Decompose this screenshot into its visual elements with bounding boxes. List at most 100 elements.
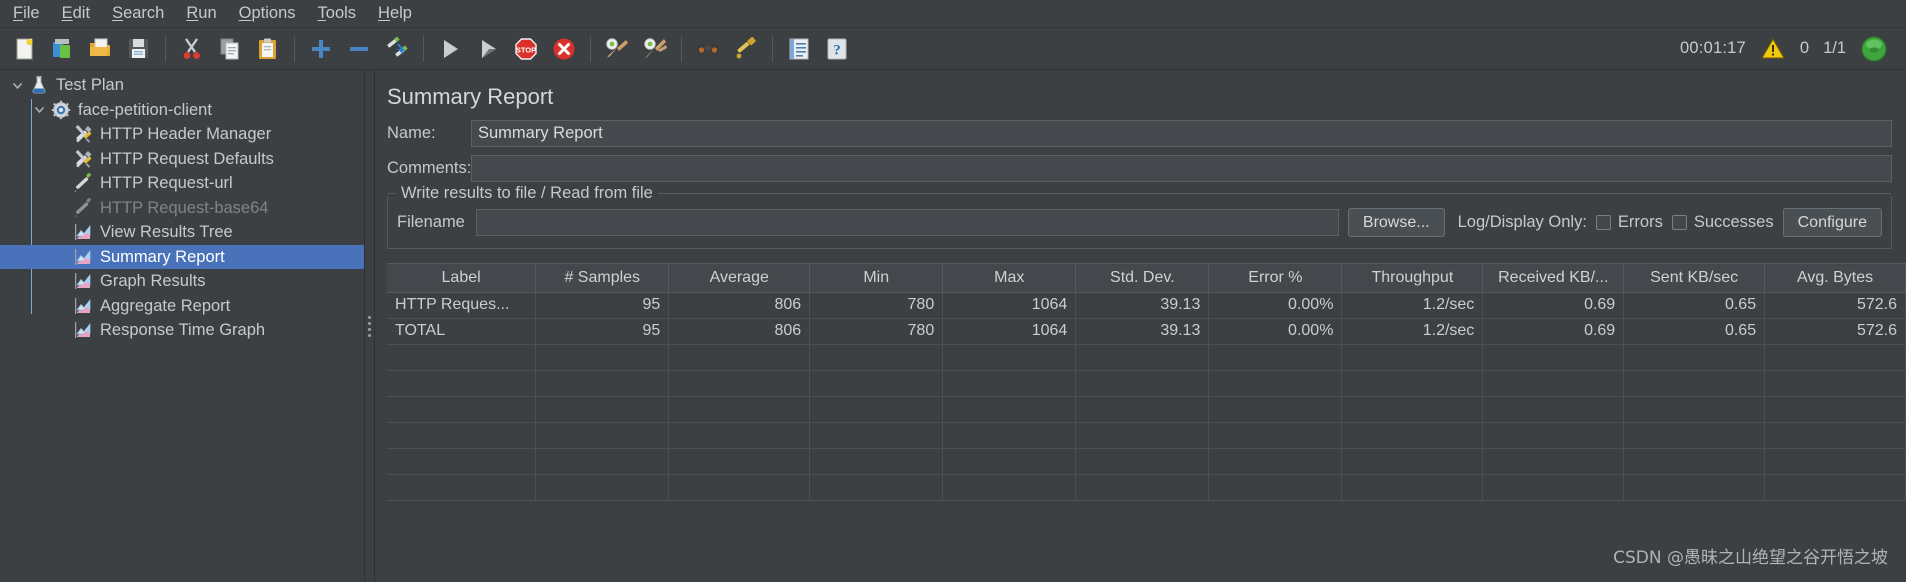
save-icon[interactable] <box>122 32 156 66</box>
column-header-error[interactable]: Error % <box>1208 264 1343 293</box>
svg-text:STOP: STOP <box>516 45 536 54</box>
table-empty-cell <box>809 448 944 475</box>
stop-icon[interactable]: STOP <box>509 32 543 66</box>
open-icon[interactable] <box>84 32 118 66</box>
table-empty-cell <box>535 448 670 475</box>
function-helper-icon[interactable] <box>782 32 816 66</box>
menu-item-search[interactable]: Search <box>101 2 175 26</box>
tree-node-http-request-url[interactable]: HTTP Request-url <box>0 171 364 196</box>
start-no-timers-icon[interactable] <box>471 32 505 66</box>
collapse-all-icon[interactable] <box>342 32 376 66</box>
configure-button[interactable]: Configure <box>1782 208 1882 237</box>
errors-checkbox-box[interactable] <box>1595 215 1611 230</box>
menu-item-run[interactable]: Run <box>175 2 227 26</box>
table-empty-cell <box>809 396 944 423</box>
menu-item-tools[interactable]: Tools <box>307 2 368 26</box>
browse-button[interactable]: Browse... <box>1347 208 1445 237</box>
copy-icon[interactable] <box>213 32 247 66</box>
column-header-samples[interactable]: # Samples <box>535 264 670 293</box>
expand-all-icon[interactable] <box>304 32 338 66</box>
column-header-min[interactable]: Min <box>809 264 944 293</box>
menu-item-edit[interactable]: Edit <box>51 2 101 26</box>
search-reset-icon[interactable] <box>729 32 763 66</box>
table-cell[interactable]: 780 <box>809 292 944 319</box>
tree-node-test-plan[interactable]: Test Plan <box>0 73 364 98</box>
help-icon[interactable]: ? <box>820 32 854 66</box>
table-empty-cell <box>1208 474 1343 501</box>
summary-table-wrap[interactable]: Label # Samples Average Min Max Std. Dev. Erro… <box>387 263 1906 582</box>
table-cell[interactable]: 1.2/sec <box>1341 292 1484 319</box>
summary-table[interactable]: Label # Samples Average Min Max Std. Dev. Erro… <box>387 264 1906 501</box>
table-row[interactable]: HTTP Reques... 95 806 780 1064 39.13 0.00% 1.2/… <box>387 292 1906 319</box>
table-cell[interactable]: 806 <box>668 318 811 345</box>
table-cell[interactable]: 95 <box>535 292 670 319</box>
table-cell[interactable]: 806 <box>668 292 811 319</box>
table-cell[interactable]: 1064 <box>942 318 1077 345</box>
cut-icon[interactable] <box>175 32 209 66</box>
table-cell[interactable]: 572.6 <box>1764 292 1906 319</box>
table-empty-row <box>387 422 1906 449</box>
menu-item-help[interactable]: Help <box>367 2 423 26</box>
table-empty-cell <box>535 422 670 449</box>
toggle-icon[interactable] <box>380 32 414 66</box>
column-header-received-kb[interactable]: Received KB/... <box>1482 264 1625 293</box>
column-header-sent-kb-sec[interactable]: Sent KB/sec <box>1623 264 1766 293</box>
tree-node-http-request-base64[interactable]: HTTP Request-base64 <box>0 196 364 221</box>
test-plan-tree[interactable]: Test Plan face-petition-client HTTP Header… <box>0 70 364 582</box>
paste-icon[interactable] <box>251 32 285 66</box>
tree-node-graph-results[interactable]: Graph Results <box>0 269 364 294</box>
chevron-down-icon[interactable] <box>6 79 28 92</box>
tree-node-http-request-defaults[interactable]: HTTP Request Defaults <box>0 147 364 172</box>
table-cell[interactable]: 95 <box>535 318 670 345</box>
table-cell[interactable]: 780 <box>809 318 944 345</box>
column-header-throughput[interactable]: Throughput <box>1341 264 1484 293</box>
clear-icon[interactable] <box>600 32 634 66</box>
errors-checkbox[interactable]: Errors <box>1595 213 1663 232</box>
table-cell[interactable]: 0.69 <box>1482 318 1625 345</box>
comments-input[interactable] <box>471 155 1892 182</box>
clear-all-icon[interactable] <box>638 32 672 66</box>
search-icon[interactable] <box>691 32 725 66</box>
table-cell[interactable]: 0.69 <box>1482 292 1625 319</box>
table-empty-cell <box>1075 396 1210 423</box>
tree-node-view-results-tree[interactable]: View Results Tree <box>0 220 364 245</box>
templates-icon[interactable] <box>46 32 80 66</box>
tree-node-http-header-manager[interactable]: HTTP Header Manager <box>0 122 364 147</box>
table-cell[interactable]: 1.2/sec <box>1341 318 1484 345</box>
table-cell[interactable]: TOTAL <box>387 318 537 345</box>
column-header-average[interactable]: Average <box>668 264 811 293</box>
table-cell[interactable]: 0.65 <box>1623 292 1766 319</box>
table-cell[interactable]: 0.00% <box>1208 292 1343 319</box>
new-icon[interactable] <box>8 32 42 66</box>
panel-splitter[interactable] <box>364 70 375 582</box>
warning-icon[interactable] <box>1760 37 1786 61</box>
table-cell[interactable]: 0.00% <box>1208 318 1343 345</box>
tree-node-aggregate-report[interactable]: Aggregate Report <box>0 294 364 319</box>
shutdown-icon[interactable] <box>547 32 581 66</box>
tree-node-response-time-graph[interactable]: Response Time Graph <box>0 318 364 343</box>
name-input[interactable] <box>471 120 1892 147</box>
menu-item-file[interactable]: File <box>2 2 51 26</box>
successes-checkbox[interactable]: Successes <box>1671 213 1774 232</box>
table-row[interactable]: TOTAL 95 806 780 1064 39.13 0.00% 1.2/sec 0.69 0.… <box>387 318 1906 345</box>
tree-node-face-petition-client[interactable]: face-petition-client <box>0 98 364 123</box>
table-cell[interactable]: 0.65 <box>1623 318 1766 345</box>
column-header-std-dev[interactable]: Std. Dev. <box>1075 264 1210 293</box>
table-empty-cell <box>809 422 944 449</box>
main-split: Test Plan face-petition-client HTTP Header… <box>0 70 1906 582</box>
filename-input[interactable] <box>475 209 1339 236</box>
table-cell[interactable]: 39.13 <box>1075 292 1210 319</box>
menu-item-options[interactable]: Options <box>228 2 307 26</box>
tree-node-summary-report[interactable]: Summary Report <box>0 244 364 269</box>
chevron-down-icon[interactable] <box>28 103 50 116</box>
table-cell[interactable]: HTTP Reques... <box>387 292 537 319</box>
start-icon[interactable] <box>433 32 467 66</box>
column-header-avg-bytes[interactable]: Avg. Bytes <box>1764 264 1906 293</box>
column-header-max[interactable]: Max <box>942 264 1077 293</box>
column-header-label[interactable]: Label <box>387 264 537 293</box>
successes-checkbox-box[interactable] <box>1671 215 1687 230</box>
table-cell[interactable]: 1064 <box>942 292 1077 319</box>
listener-icon <box>72 296 94 316</box>
table-cell[interactable]: 572.6 <box>1764 318 1906 345</box>
table-cell[interactable]: 39.13 <box>1075 318 1210 345</box>
